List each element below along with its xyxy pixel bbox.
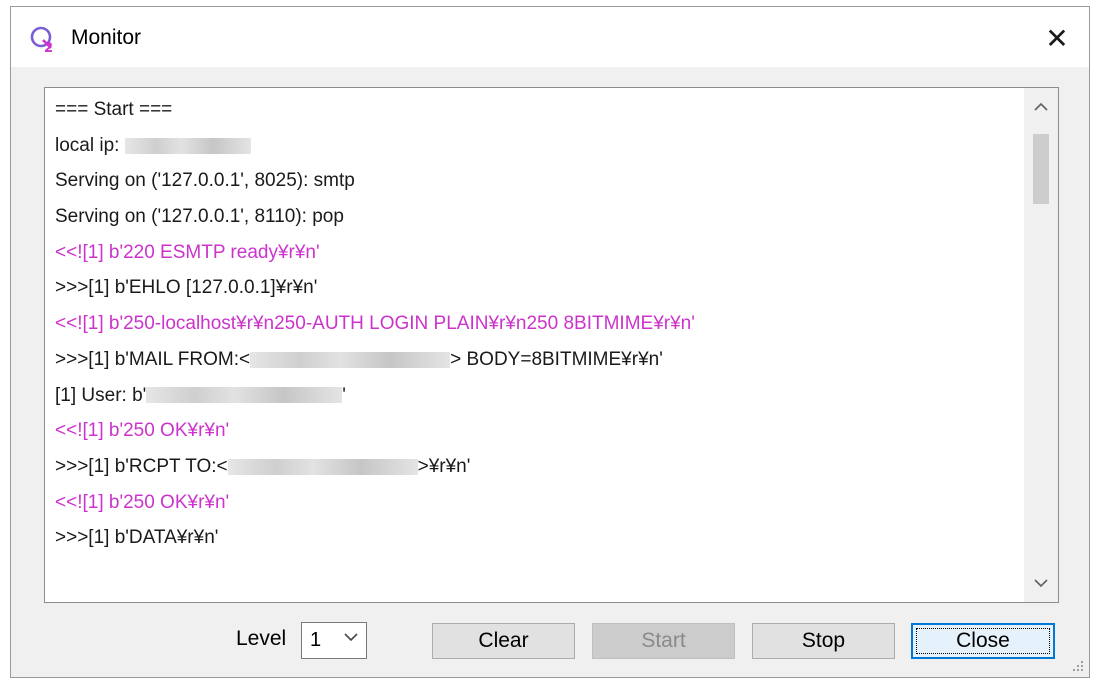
scroll-up-icon[interactable]	[1024, 90, 1058, 124]
app-icon: 2	[30, 26, 53, 53]
log-line-text: > BODY=8BITMIME¥r¥n'	[450, 348, 663, 370]
monitor-window: 2 Monitor ✕ === Start === local ip: Serv…	[10, 6, 1090, 678]
start-button[interactable]: Start	[592, 623, 735, 659]
vertical-scrollbar[interactable]	[1024, 88, 1058, 602]
window-title: Monitor	[71, 26, 142, 49]
stop-button[interactable]: Stop	[752, 623, 895, 659]
log-output[interactable]: === Start === local ip: Serving on ('127…	[44, 87, 1059, 603]
focus-ring	[916, 628, 1050, 654]
log-line: >>>[1] b'MAIL FROM:< > BODY=8BITMIME¥r¥n'	[55, 342, 1018, 378]
redacted-value	[250, 351, 451, 368]
level-value: 1	[310, 629, 322, 651]
redacted-value	[227, 458, 418, 475]
button-bar: Level 1 Clear Start Stop Close	[11, 615, 1089, 675]
log-line: [1] User: b' '	[55, 378, 1018, 414]
log-line-text: >>>[1] b'RCPT TO:<	[55, 455, 228, 477]
log-line-text: >>>[1] b'MAIL FROM:<	[55, 348, 251, 370]
log-line: <<![1] b'250 OK¥r¥n'	[55, 420, 230, 442]
level-label: Level	[236, 627, 287, 650]
log-line-text: >¥r¥n'	[417, 455, 471, 477]
log-line-text: '	[342, 384, 346, 406]
close-button[interactable]: Close	[911, 623, 1055, 659]
log-line: <<![1] b'220 ESMTP ready¥r¥n'	[55, 241, 320, 263]
chevron-down-icon	[344, 629, 358, 647]
log-line: === Start ===	[55, 99, 173, 120]
clear-button[interactable]: Clear	[432, 623, 575, 659]
log-line: <<![1] b'250-localhost¥r¥n250-AUTH LOGIN…	[55, 313, 695, 335]
close-icon[interactable]: ✕	[1039, 21, 1075, 55]
log-line: >>>[1] b'RCPT TO:< >¥r¥n'	[55, 449, 1018, 485]
title-bar: 2 Monitor ✕	[11, 7, 1089, 67]
log-line: local ip:	[55, 128, 1018, 164]
log-line: >>>[1] b'DATA¥r¥n'	[55, 527, 219, 549]
redacted-value	[124, 137, 251, 154]
svg-text:2: 2	[44, 41, 53, 53]
log-line: Serving on ('127.0.0.1', 8110): pop	[55, 206, 344, 228]
level-select[interactable]: 1	[301, 622, 367, 659]
log-line: Serving on ('127.0.0.1', 8025): smtp	[55, 170, 355, 192]
scroll-down-icon[interactable]	[1024, 566, 1058, 600]
log-line-text: local ip:	[55, 134, 125, 156]
scrollbar-thumb[interactable]	[1033, 134, 1049, 204]
log-line-text: [1] User: b'	[55, 384, 147, 406]
log-line: <<![1] b'250 OK¥r¥n'	[55, 491, 230, 513]
resize-grip-icon[interactable]	[1071, 659, 1085, 673]
log-line: >>>[1] b'EHLO [127.0.0.1]¥r¥n'	[55, 277, 318, 299]
redacted-value	[146, 387, 343, 404]
